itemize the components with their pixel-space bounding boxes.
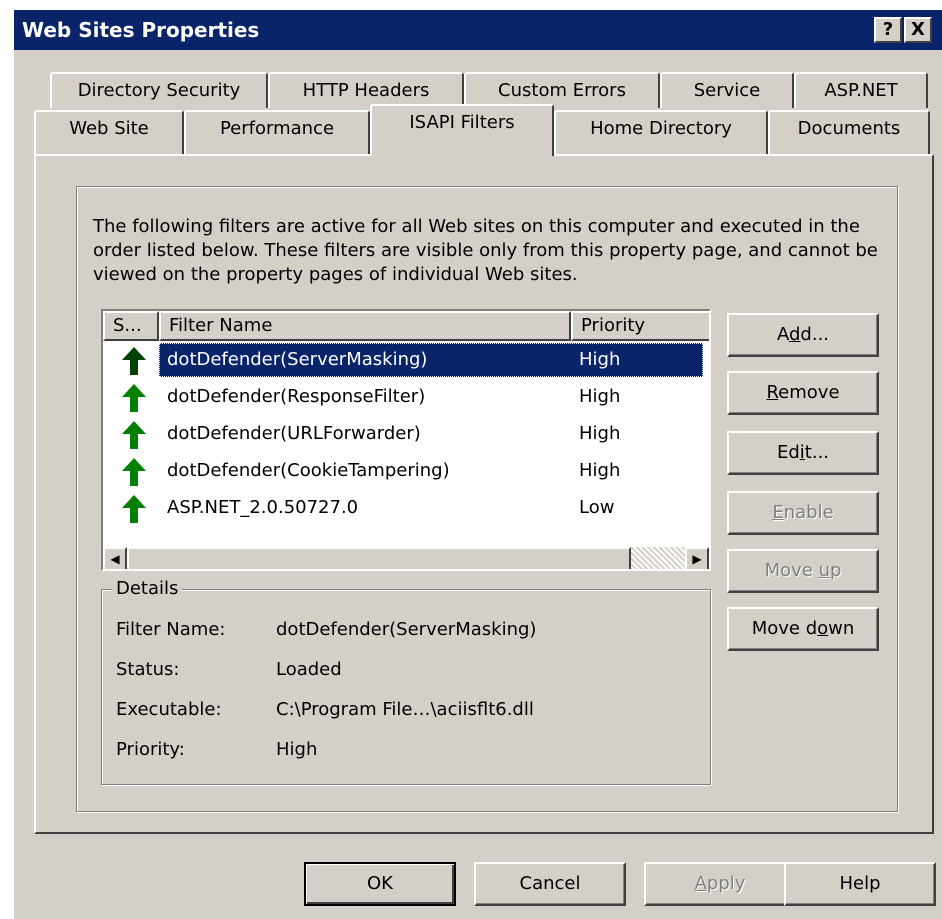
detail-label-filter-name: Filter Name:	[116, 619, 226, 640]
add-label-key: d	[788, 324, 801, 345]
green-up-arrow-icon	[122, 347, 146, 375]
tab-web-site[interactable]: Web Site	[34, 110, 184, 154]
tab-home-directory[interactable]: Home Directory	[554, 110, 768, 154]
scroll-left-icon[interactable]: ◀	[103, 547, 127, 569]
tab-service[interactable]: Service	[660, 72, 794, 108]
filters-group: The following filters are active for all…	[76, 186, 898, 812]
green-up-arrow-icon	[122, 458, 146, 486]
add-label-post: d...	[800, 324, 830, 345]
add-button[interactable]: Add...	[727, 313, 879, 357]
table-row[interactable]: dotDefender(CookieTampering) High	[103, 454, 703, 488]
enable-label-post: nable	[783, 502, 834, 523]
filter-name-cell: dotDefender(URLForwarder)	[167, 423, 421, 444]
tab-directory-security[interactable]: Directory Security	[50, 72, 268, 108]
filter-name-cell: dotDefender(ResponseFilter)	[167, 386, 426, 407]
filter-priority-cell: Low	[579, 497, 615, 518]
detail-value-status: Loaded	[276, 659, 342, 680]
move-down-label-pre: Move d	[751, 618, 818, 639]
move-up-label-post: p	[829, 560, 842, 581]
apply-button[interactable]: Apply	[644, 862, 796, 906]
detail-label-priority: Priority:	[116, 739, 185, 760]
details-legend: Details	[112, 577, 183, 601]
table-row[interactable]: dotDefender(ServerMasking) High	[103, 343, 703, 377]
edit-label-pre: Ed	[776, 442, 800, 463]
enable-label-key: E	[772, 502, 784, 523]
column-priority[interactable]: Priority	[571, 311, 709, 341]
move-up-label-key: u	[818, 560, 830, 581]
move-down-label-key: o	[817, 618, 829, 639]
filter-priority-cell: High	[579, 460, 621, 481]
move-up-button[interactable]: Move up	[727, 549, 879, 593]
scroll-right-icon[interactable]: ▶	[685, 547, 709, 569]
column-filter-name[interactable]: Filter Name	[159, 311, 571, 341]
properties-dialog: Web Sites Properties ? X Directory Secur…	[12, 8, 942, 919]
tab-panel: The following filters are active for all…	[34, 154, 934, 834]
detail-value-executable: C:\Program File…\aciisflt6.dll	[276, 699, 534, 720]
add-label-pre: A	[776, 324, 789, 345]
green-up-arrow-icon	[122, 384, 146, 412]
enable-button[interactable]: Enable	[727, 491, 879, 535]
table-row[interactable]: dotDefender(URLForwarder) High	[103, 417, 703, 451]
tab-isapi-filters[interactable]: ISAPI Filters	[370, 104, 554, 156]
help-button[interactable]: Help	[784, 862, 936, 906]
move-down-label-post: wn	[828, 618, 855, 639]
details-group: Details Filter Name: dotDefender(ServerM…	[101, 577, 711, 785]
filter-priority-cell: High	[579, 349, 621, 370]
column-status[interactable]: S...	[103, 311, 159, 341]
title-bar[interactable]: Web Sites Properties ? X	[14, 10, 942, 50]
move-up-label-pre: Move	[764, 560, 819, 581]
horizontal-scrollbar[interactable]: ◀ ▶	[103, 547, 709, 569]
tab-documents[interactable]: Documents	[768, 110, 930, 154]
cancel-button[interactable]: Cancel	[474, 862, 626, 906]
scroll-thumb[interactable]	[127, 547, 631, 569]
window-title: Web Sites Properties	[22, 18, 260, 42]
table-row[interactable]: ASP.NET_2.0.50727.0 Low	[103, 491, 703, 525]
filter-name-cell: dotDefender(ServerMasking)	[167, 349, 428, 370]
filter-priority-cell: High	[579, 386, 621, 407]
move-down-button[interactable]: Move down	[727, 607, 879, 651]
apply-label-key: A	[694, 873, 707, 894]
table-row[interactable]: dotDefender(ResponseFilter) High	[103, 380, 703, 414]
green-up-arrow-icon	[122, 421, 146, 449]
remove-button[interactable]: Remove	[727, 371, 879, 415]
list-header: S... Filter Name Priority	[103, 311, 709, 343]
tab-performance[interactable]: Performance	[184, 110, 370, 154]
ok-button[interactable]: OK	[304, 862, 456, 906]
remove-label-post: emove	[778, 382, 840, 403]
edit-label-post: t...	[804, 442, 830, 463]
apply-label-post: pply	[706, 873, 746, 894]
filter-name-cell: dotDefender(CookieTampering)	[167, 460, 450, 481]
detail-label-executable: Executable:	[116, 699, 222, 720]
filter-list[interactable]: S... Filter Name Priority dotDefender(Se…	[101, 309, 711, 571]
filter-name-cell: ASP.NET_2.0.50727.0	[167, 497, 359, 518]
tab-asp-net[interactable]: ASP.NET	[794, 72, 928, 108]
description-text: The following filters are active for all…	[93, 216, 878, 285]
tab-http-headers[interactable]: HTTP Headers	[268, 72, 464, 108]
tab-custom-errors[interactable]: Custom Errors	[464, 72, 660, 108]
remove-label-key: R	[766, 382, 779, 403]
scroll-track[interactable]	[631, 547, 685, 569]
edit-button[interactable]: Edit...	[727, 431, 879, 475]
help-icon[interactable]: ?	[874, 17, 902, 43]
detail-value-priority: High	[276, 739, 318, 760]
close-icon[interactable]: X	[904, 17, 932, 43]
filter-priority-cell: High	[579, 423, 621, 444]
detail-value-filter-name: dotDefender(ServerMasking)	[276, 619, 537, 640]
green-up-arrow-icon	[122, 495, 146, 523]
detail-label-status: Status:	[116, 659, 180, 680]
